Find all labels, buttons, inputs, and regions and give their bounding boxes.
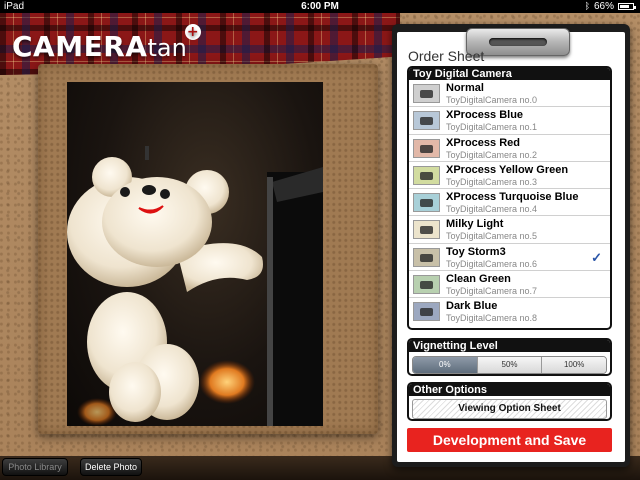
filter-subtitle: ToyDigitalCamera no.2 [446,149,538,160]
other-options-section: Other Options Viewing Option Sheet [407,382,612,421]
vignetting-heading: Vignetting Level [409,340,610,352]
filter-thumbnail [413,111,440,131]
filter-row[interactable]: XProcess Blue ToyDigitalCamera no.1 [409,107,610,135]
filter-name: XProcess Yellow Green [446,163,569,176]
filter-thumbnail [413,193,440,213]
filter-thumbnail [413,165,440,185]
filter-thumbnail [413,84,440,103]
filter-row[interactable]: Normal ToyDigitalCamera no.0 [409,80,610,108]
vignetting-option[interactable]: 0% [413,357,478,373]
filter-subtitle: ToyDigitalCamera no.1 [446,122,538,133]
teddy-bear-photo [67,146,323,426]
filter-subtitle: ToyDigitalCamera no.8 [446,313,538,324]
bluetooth-icon: ᛒ [584,1,590,11]
filter-name: Dark Blue [446,300,498,313]
filter-name: XProcess Red [446,136,520,149]
development-and-save-button[interactable]: Development and Save [407,428,612,452]
filter-row[interactable]: XProcess Turquoise Blue ToyDigitalCamera … [409,189,610,217]
logo-sub: tan [147,34,187,62]
filter-thumbnail [413,220,440,240]
photo-library-button[interactable]: Photo Library [2,458,68,476]
logo-plus-icon: + [184,24,201,40]
filter-row[interactable]: Toy Storm3 ToyDigitalCamera no.6 ✓ [409,244,610,272]
filter-name: Clean Green [446,273,511,286]
filter-subtitle: ToyDigitalCamera no.4 [446,204,538,215]
filter-subtitle: ToyDigitalCamera no.7 [446,286,538,297]
filter-section-heading: Toy Digital Camera [409,68,610,80]
filter-section: Toy Digital Camera Normal ToyDigitalCamer… [407,66,612,330]
filter-row[interactable]: XProcess Red ToyDigitalCamera no.2 [409,135,610,162]
other-options-heading: Other Options [409,384,610,396]
filter-name: Normal [446,82,484,94]
filter-row[interactable]: XProcess Yellow Green ToyDigitalCamera no… [409,162,610,190]
logo-main: CAMERA [12,30,148,63]
status-bar: iPad 6:00 PM ᛒ 66% [0,0,640,13]
filter-list: Normal ToyDigitalCamera no.0 XProcess Blue… [409,80,610,326]
filter-name: Milky Light [446,218,504,231]
photo-preview[interactable] [67,82,323,426]
clock: 6:00 PM [301,1,339,12]
battery-icon [618,3,636,10]
vignetting-option[interactable]: 50% [477,357,543,373]
filter-subtitle: ToyDigitalCamera no.5 [446,231,538,242]
filter-name: XProcess Turquoise Blue [446,191,579,204]
viewing-option-sheet-button[interactable]: Viewing Option Sheet [412,399,607,419]
status-right: ᛒ 66% [584,0,636,13]
filter-name: Toy Storm3 [446,245,506,258]
filter-thumbnail [413,275,440,295]
filter-subtitle: ToyDigitalCamera no.0 [446,95,538,105]
app-logo: CAMERA tan + [12,24,201,63]
vignetting-option[interactable]: 100% [542,357,606,373]
filter-name: XProcess Blue [446,109,524,122]
filter-row[interactable]: Clean Green ToyDigitalCamera no.7 [409,271,610,299]
battery-percent: 66% [593,1,614,12]
filter-subtitle: ToyDigitalCamera no.6 [446,258,538,269]
order-sheet-title: Order Sheet [408,48,485,64]
filter-row[interactable]: Dark Blue ToyDigitalCamera no.8 [409,298,610,325]
vignetting-segmented-control: 0% 50% 100% [412,356,607,374]
checkmark-icon: ✓ [591,249,602,265]
filter-row[interactable]: Milky Light ToyDigitalCamera no.5 [409,216,610,244]
filter-subtitle: ToyDigitalCamera no.3 [446,176,538,187]
filter-thumbnail [413,247,440,267]
filter-thumbnail [413,302,440,322]
filter-thumbnail [413,138,440,158]
vignetting-section: Vignetting Level 0% 50% 100% [407,338,612,376]
delete-photo-button[interactable]: Delete Photo [80,458,142,476]
